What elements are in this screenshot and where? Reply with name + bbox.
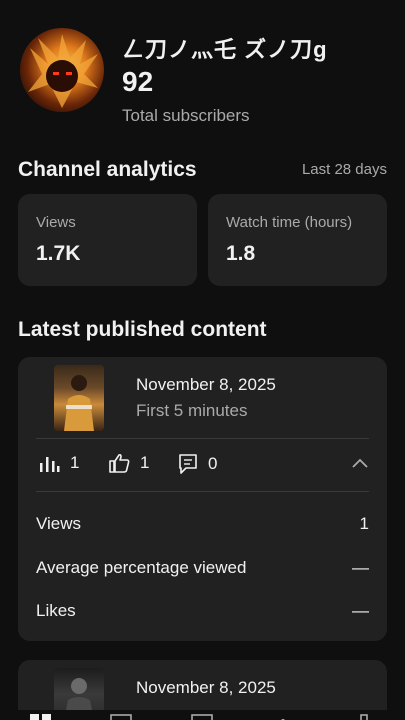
video-thumbnail[interactable] <box>54 365 104 431</box>
video-date: November 8, 2025 <box>136 678 276 697</box>
earn-icon[interactable] <box>353 712 375 720</box>
row-label: Average percentage viewed <box>36 558 247 577</box>
views-metric-card[interactable]: Views 1.7K <box>18 194 197 286</box>
views-count: 1 <box>70 453 80 472</box>
metric-label: Watch time (hours) <box>226 214 353 231</box>
row-value: — <box>352 558 369 577</box>
stat-row-views: Views 1 <box>36 514 369 534</box>
comments-nav-icon[interactable] <box>272 712 294 720</box>
chevron-up-icon[interactable] <box>351 457 369 469</box>
latest-content-card[interactable]: November 8, 2025 First 5 minutes 1 1 0 V… <box>18 357 387 641</box>
row-value: — <box>352 601 369 620</box>
row-value: 1 <box>359 514 369 533</box>
subscriber-count: 92 <box>122 66 154 97</box>
divider <box>36 491 369 492</box>
divider <box>36 438 369 439</box>
likes-count: 1 <box>140 453 150 472</box>
views-stat: 1 <box>38 453 79 473</box>
thumbs-up-icon <box>109 453 130 473</box>
metric-value: 1.8 <box>226 242 256 265</box>
subscriber-label: Total subscribers <box>122 106 250 125</box>
stat-row-likes: Likes — <box>36 601 369 621</box>
video-period: First 5 minutes <box>136 401 248 420</box>
content-icon[interactable] <box>110 712 132 720</box>
comment-icon <box>179 454 197 474</box>
dashboard-icon[interactable] <box>30 712 52 720</box>
latest-content-title: Latest published content <box>18 318 267 341</box>
channel-avatar[interactable] <box>20 28 104 112</box>
channel-header: ㄥ刀ノ灬乇 ズノ刀g 92 Total subscribers <box>20 28 390 128</box>
comments-count: 0 <box>208 454 218 473</box>
comments-stat: 0 <box>178 453 217 475</box>
row-label: Views <box>36 514 82 533</box>
watch-time-metric-card[interactable]: Watch time (hours) 1.8 <box>208 194 387 286</box>
analytics-icon[interactable] <box>191 712 213 720</box>
channel-name: ㄥ刀ノ灬乇 ズノ刀g <box>122 37 328 62</box>
video-date: November 8, 2025 <box>136 375 276 394</box>
metric-label: Views <box>36 214 76 231</box>
metric-value: 1.7K <box>36 242 81 265</box>
analytics-title: Channel analytics <box>18 158 197 181</box>
analytics-range[interactable]: Last 28 days <box>302 161 387 178</box>
avatar-art <box>28 34 98 108</box>
stat-row-avg-viewed: Average percentage viewed — <box>36 558 369 578</box>
thumbnail-art <box>64 375 94 431</box>
row-label: Likes <box>36 601 76 620</box>
likes-stat: 1 <box>108 453 149 473</box>
bar-chart-icon <box>40 457 60 472</box>
